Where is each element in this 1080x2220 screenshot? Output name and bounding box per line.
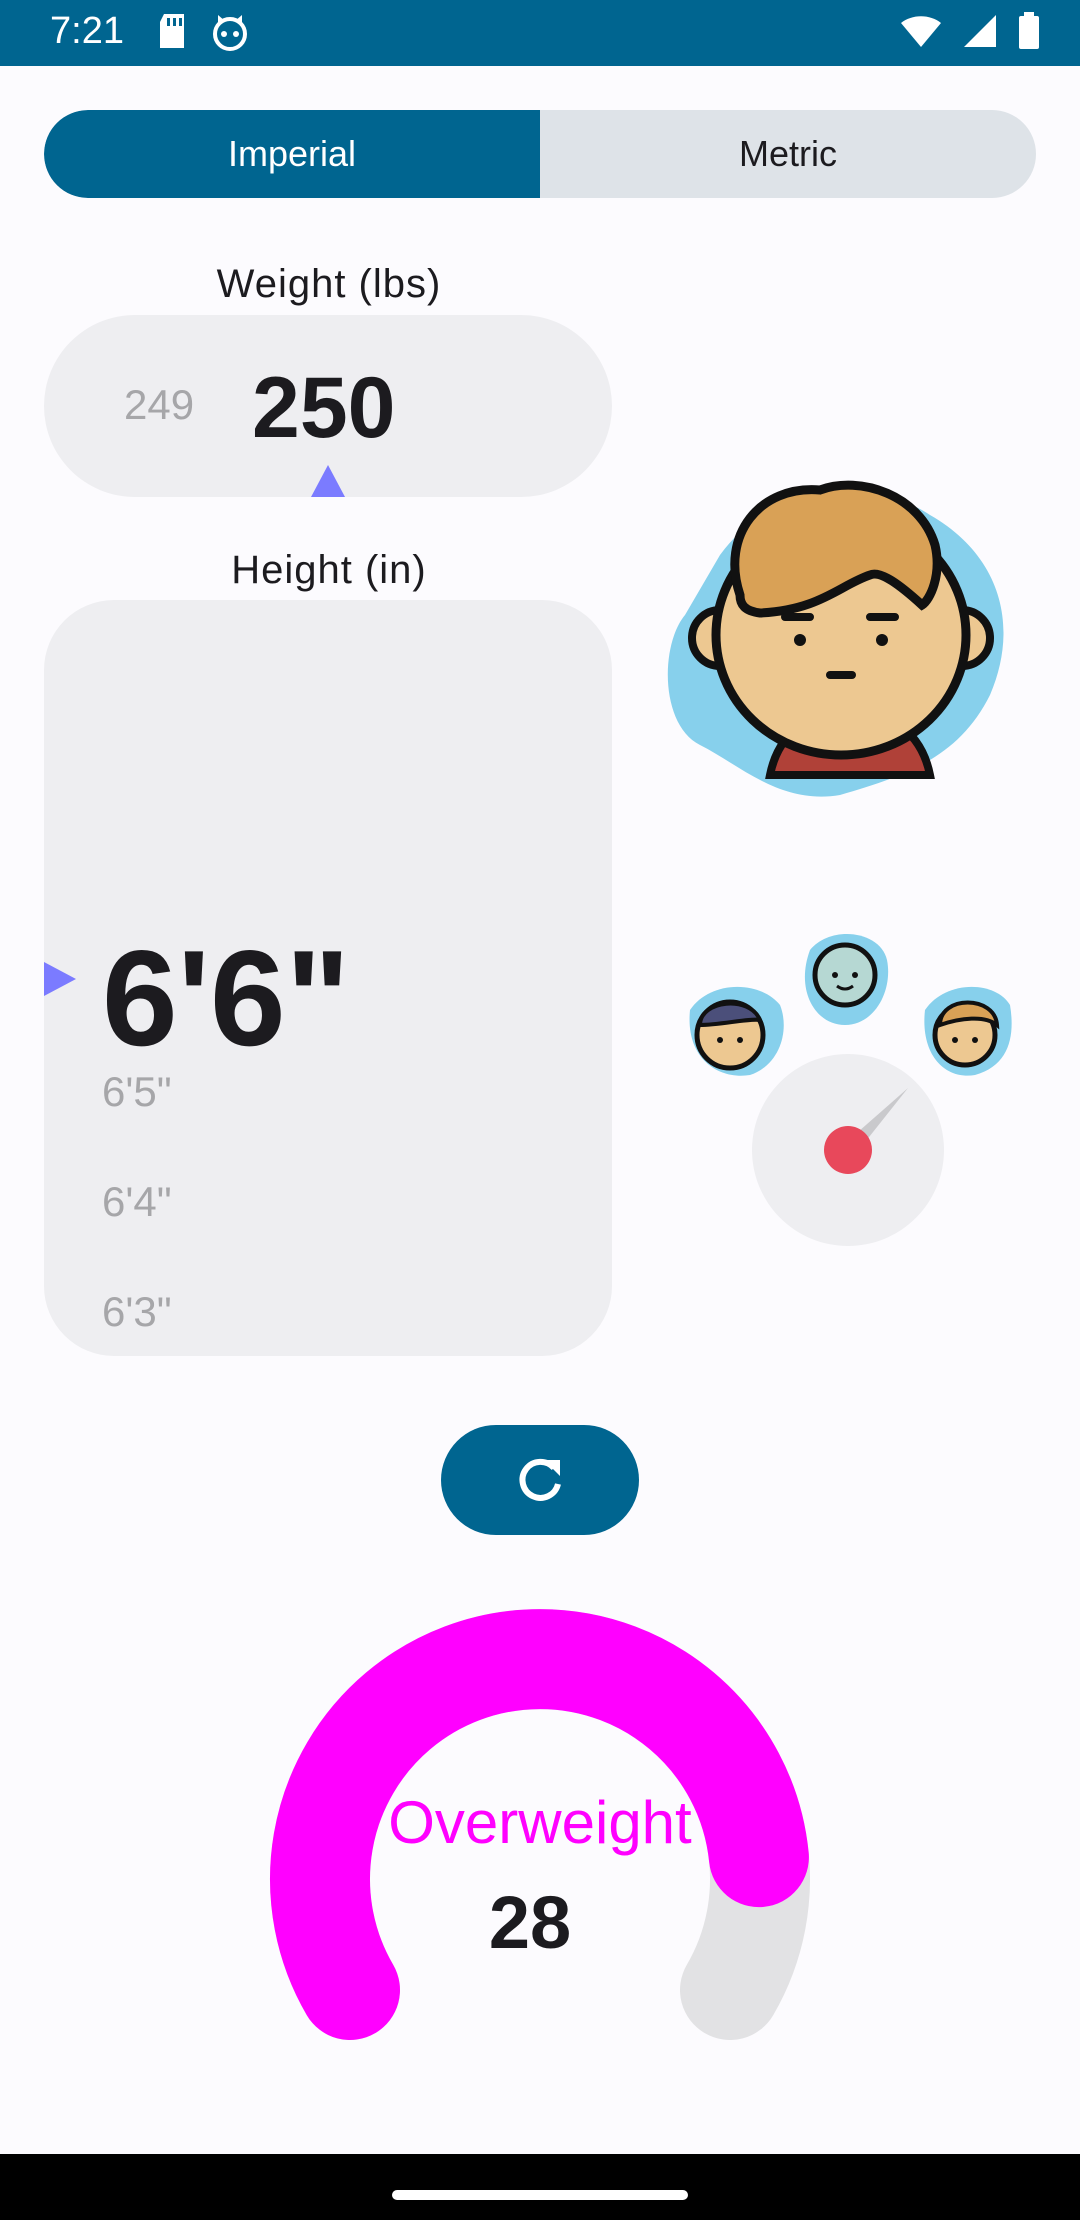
cat-face-icon [213,15,247,51]
height-option[interactable]: 6'3" [102,1288,172,1336]
imperial-option[interactable]: Imperial [44,110,540,198]
height-option[interactable]: 6'4" [102,1178,172,1226]
person-avatar-illustration [667,480,1004,797]
weight-label: Weight (lbs) [216,262,442,306]
home-handle[interactable] [392,2190,688,2200]
status-bar: 7:21 [0,0,1080,66]
cellular-signal-icon [964,15,996,47]
weight-current-value: 250 [252,360,396,456]
unit-toggle: Imperial Metric [44,110,1036,198]
refresh-icon [519,1458,561,1501]
height-label: Height (in) [231,548,427,592]
weight-previous-value[interactable]: 249 [124,381,194,429]
refresh-button[interactable] [441,1425,639,1535]
battery-icon [1019,12,1039,49]
weight-picker[interactable]: 249 250 [44,315,612,497]
height-picker[interactable]: 6'6" 6'5" 6'4" 6'3" [44,600,612,1356]
bmi-dial [752,1054,944,1246]
navigation-bar [0,2154,1080,2220]
bmi-category-label: Overweight [388,1789,692,1856]
metric-option[interactable]: Metric [540,110,1036,198]
status-time: 7:21 [50,10,124,52]
weight-pointer-icon [311,465,345,497]
bmi-value: 28 [488,1881,572,1964]
wifi-icon [901,16,941,47]
height-option[interactable]: 6'5" [102,1068,172,1116]
avatar-small-middle [804,933,889,1025]
height-current-value: 6'6" [102,922,351,1074]
sd-card-icon [160,14,184,48]
height-pointer-icon [44,962,76,996]
